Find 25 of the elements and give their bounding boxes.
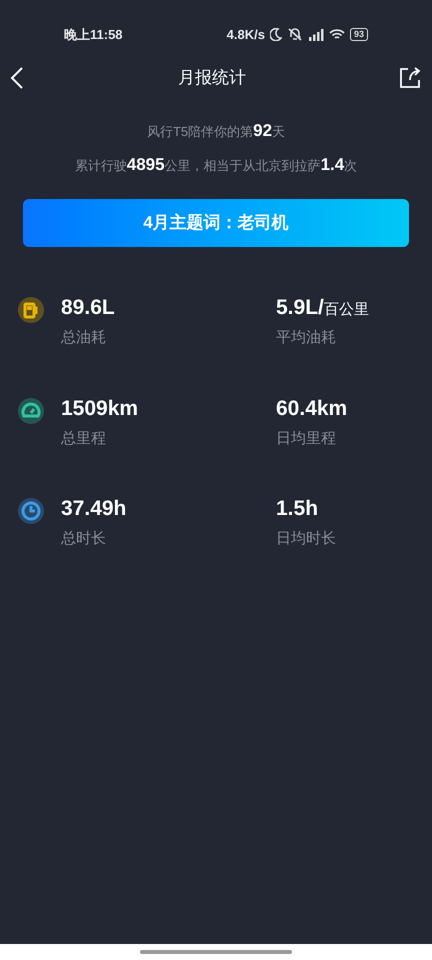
battery-indicator: 93	[350, 28, 368, 41]
summary-line: 风行T5陪伴你的第92天	[146, 120, 286, 142]
stat-unit: 百公里	[324, 300, 369, 320]
stat-value: 60.4km	[276, 396, 348, 422]
page-title: 月报统计	[178, 67, 246, 90]
network-speed: 4.8K/s	[226, 26, 265, 44]
stat-label: 日均时长	[276, 529, 336, 549]
stat-label: 总里程	[61, 428, 107, 448]
moon-icon	[270, 28, 282, 41]
stat-value: 1.5h	[276, 496, 318, 522]
muted-bell-icon	[286, 27, 303, 42]
summary-line: 累计行驶4895公里，相当于从北京到拉萨1.4次	[74, 154, 358, 176]
stat-label: 总时长	[61, 529, 107, 549]
stat-value: 89.6L	[61, 295, 115, 321]
stat-value: 37.49h	[61, 496, 126, 522]
stat-label: 日均里程	[276, 428, 337, 448]
wifi-icon	[328, 28, 345, 41]
stat-value: 1509km	[61, 396, 138, 422]
stat-label: 平均油耗	[276, 328, 337, 348]
share-button[interactable]	[398, 66, 422, 90]
theme-banner[interactable]: 4月主题词：老司机	[23, 199, 409, 247]
signal-icon	[308, 28, 324, 41]
status-time: 晚上11:58	[64, 26, 123, 44]
stat-label: 总油耗	[61, 328, 107, 348]
stat-value: 5.9L/	[276, 295, 324, 321]
